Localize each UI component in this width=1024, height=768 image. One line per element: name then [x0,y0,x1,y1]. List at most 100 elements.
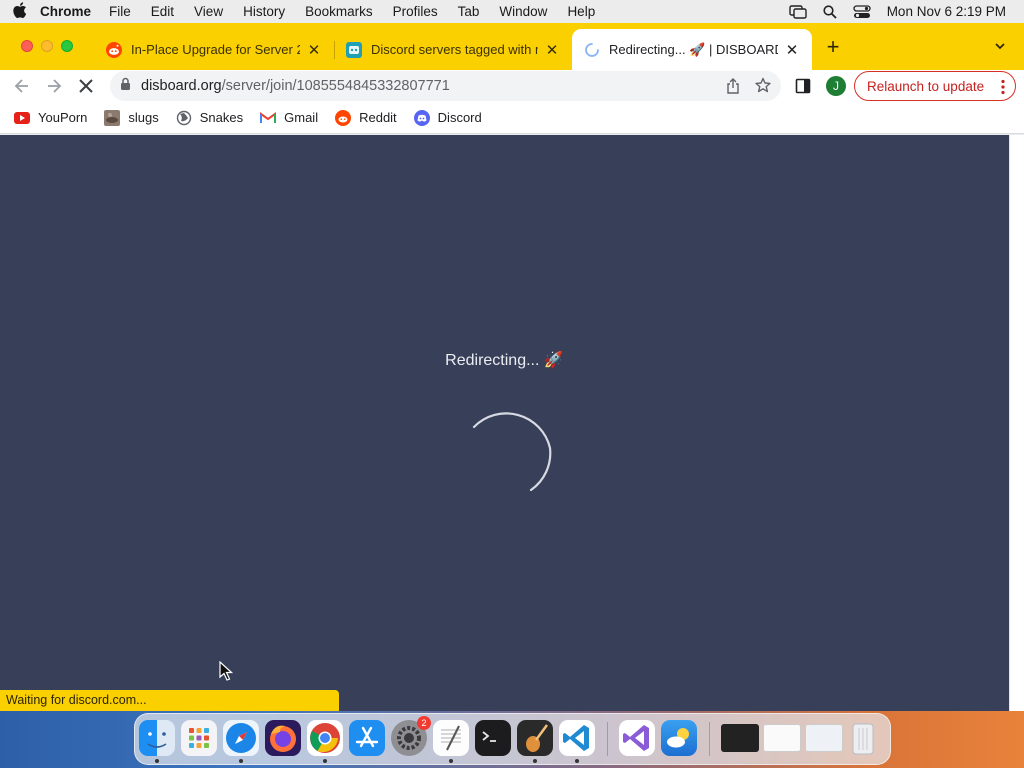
terminal-icon[interactable] [475,720,511,756]
minimized-window-thumbnail[interactable] [721,724,759,752]
menu-help[interactable]: Help [567,4,595,19]
window-minimize-button[interactable] [41,40,53,52]
menubar-clock[interactable]: Mon Nov 6 2:19 PM [887,4,1006,19]
dock: 2 [134,713,891,765]
new-tab-plus-icon[interactable]: + [822,36,844,58]
running-indicator [239,759,243,763]
lock-icon[interactable] [120,77,131,95]
reddit-icon [106,41,122,58]
menu-view[interactable]: View [194,4,223,19]
redirecting-message: Redirecting... 🚀 [445,352,564,369]
safari-icon[interactable] [223,720,259,756]
loading-spinner-icon [472,412,552,492]
menu-bookmarks[interactable]: Bookmarks [305,4,373,19]
youporn-icon [14,110,30,126]
window-close-button[interactable] [21,40,33,52]
notification-badge: 2 [417,716,431,730]
launchpad-icon[interactable] [181,720,217,756]
forward-arrow-icon[interactable] [44,76,64,96]
tab-search-chevron-icon[interactable] [993,39,1007,58]
bookmarks-bar: YouPorn slugs Snakes Gmail Reddit Discor… [0,102,1024,134]
share-icon[interactable] [726,78,740,98]
bookmark-slugs[interactable]: slugs [104,109,159,126]
menu-history[interactable]: History [243,4,285,19]
textedit-icon[interactable] [433,720,469,756]
url-path: /server/join/1085554845332807771 [221,78,450,94]
relaunch-to-update-button[interactable]: Relaunch to update [854,71,1016,101]
window-zoom-button[interactable] [61,40,73,52]
menu-window[interactable]: Window [499,4,547,19]
profile-avatar[interactable]: J [826,76,846,96]
tab-title: In-Place Upgrade for Server 20… [131,42,300,57]
gmail-icon [260,110,277,126]
bookmark-label: slugs [128,110,159,125]
bookmark-label: Reddit [359,110,397,125]
relaunch-label: Relaunch to update [867,78,985,94]
stop-loading-x-icon[interactable] [76,76,96,96]
back-arrow-icon[interactable] [12,76,32,96]
bookmark-star-icon[interactable] [755,77,771,97]
menu-profiles[interactable]: Profiles [393,4,438,19]
address-bar[interactable]: disboard.org/server/join/108555484533280… [110,71,781,101]
globe-icon [176,110,192,126]
browser-toolbar: disboard.org/server/join/108555484533280… [0,70,1024,102]
bookmark-label: YouPorn [38,110,88,125]
slug-thumbnail-icon [104,109,121,126]
finder-icon[interactable] [139,720,175,756]
status-bubble: Waiting for discord.com... [0,690,339,711]
tab-title: Discord servers tagged with m… [371,42,538,57]
dock-separator [607,722,608,756]
vscode-icon[interactable] [559,720,595,756]
spotlight-search-icon[interactable] [823,4,837,19]
bookmark-gmail[interactable]: Gmail [260,110,318,126]
tab-redirecting-active[interactable]: Redirecting... 🚀 | DISBOARD: D… ✕ [572,29,812,70]
side-panel-icon[interactable] [795,78,811,99]
firefox-icon[interactable] [265,720,301,756]
running-indicator [533,759,537,763]
running-indicator [155,759,159,763]
page-scrollbar[interactable] [1009,135,1024,711]
bookmark-label: Gmail [284,110,319,125]
bookmark-label: Snakes [199,110,244,125]
reddit-icon [335,109,352,126]
menu-edit[interactable]: Edit [151,4,174,19]
menu-bar: Chrome File Edit View History Bookmarks … [0,0,1024,23]
bookmark-label: Discord [437,110,482,125]
screen-mirroring-icon[interactable] [788,4,807,19]
running-indicator [449,759,453,763]
tab-close-icon[interactable]: ✕ [784,41,800,59]
apple-menu-icon[interactable] [0,1,40,22]
running-indicator [575,759,579,763]
chrome-icon[interactable] [307,720,343,756]
app-store-icon[interactable] [349,720,385,756]
bookmark-discord[interactable]: Discord [413,109,482,126]
running-indicator [323,759,327,763]
page-viewport: Redirecting... 🚀 [0,135,1009,711]
menu-tab[interactable]: Tab [458,4,480,19]
minimized-window-thumbnail[interactable] [763,724,801,752]
discord-icon [413,109,430,126]
minimized-window-thumbnail[interactable] [805,724,843,752]
control-center-icon[interactable] [853,4,871,19]
menu-file[interactable]: File [109,4,131,19]
loading-spinner-icon [584,42,600,58]
tab-title: Redirecting... 🚀 | DISBOARD: D… [609,41,778,57]
tab-strip: In-Place Upgrade for Server 20… ✕ Discor… [0,23,1024,70]
bookmark-reddit[interactable]: Reddit [335,109,397,126]
tab-close-icon[interactable]: ✕ [544,41,560,59]
mouse-pointer-icon [219,661,233,681]
weather-icon[interactable] [661,720,697,756]
url-domain: disboard.org [141,78,222,94]
tab-close-icon[interactable]: ✕ [306,41,322,59]
garageband-icon[interactable] [517,720,553,756]
tab-reddit[interactable]: In-Place Upgrade for Server 20… ✕ [94,29,334,70]
trash-icon[interactable] [849,720,877,756]
more-menu-kebab-icon[interactable] [1001,79,1005,98]
visual-studio-icon[interactable] [619,720,655,756]
tab-disboard-search[interactable]: Discord servers tagged with m… ✕ [334,29,572,70]
app-name-menu[interactable]: Chrome [40,4,91,19]
dock-separator [709,722,710,756]
bookmark-snakes[interactable]: Snakes [176,110,243,126]
disboard-icon [346,41,362,58]
bookmark-youporn[interactable]: YouPorn [14,110,87,126]
